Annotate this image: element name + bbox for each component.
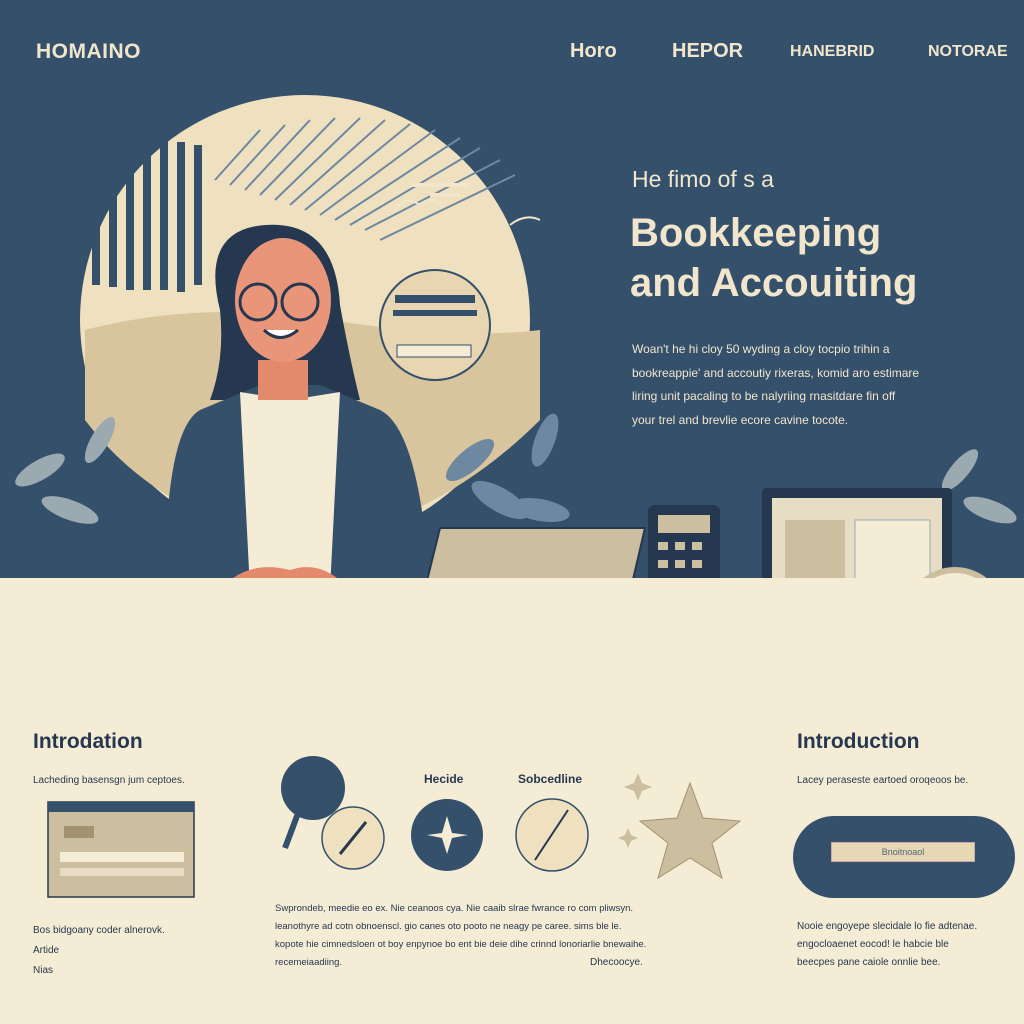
hero-lead-line: bookreappie' and accoutiy rixeras, komid… (632, 365, 920, 380)
top-nav: HOMAINO Horo HEPOR HANEBRID NOTORAE (0, 40, 1024, 72)
right-paragraph: Nooie engoyepe slecidale lo fie adtenae.… (797, 918, 1017, 972)
preview-card (47, 801, 195, 898)
hero-title-line-2: and Accouiting (630, 261, 918, 305)
laptop (426, 527, 647, 578)
hero-lead: Woan't he hi cloy 50 wyding a cloy tocpi… (632, 338, 992, 432)
cta-pill: Bnoitnoaol (793, 816, 1015, 898)
middle-subheadline: Sobcedline (518, 772, 583, 786)
cta-button[interactable]: Bnoitnoaol (831, 842, 975, 862)
left-subtitle: Lacheding basensgn jum ceptoes. (33, 775, 185, 786)
middle-footnote: Dhecoocye. (590, 957, 643, 968)
hero-banner: HOMAINO Horo HEPOR HANEBRID NOTORAE He f… (0, 0, 1024, 578)
brand-logo[interactable]: HOMAINO (36, 40, 141, 64)
nav-item-notorae[interactable]: NOTORAE (928, 43, 1008, 61)
hero-lead-line: Woan't he hi cloy 50 wyding a cloy tocpi… (632, 342, 890, 356)
person-shirt (240, 392, 340, 578)
plant-left (15, 417, 116, 524)
nav-item-horo[interactable]: Horo (570, 40, 617, 63)
hero-title-line-1: Bookkeeping (630, 211, 882, 255)
middle-paragraph-line: recemeiaadiing. (275, 957, 343, 968)
nav-item-hanebrid[interactable]: HANEBRID (790, 43, 874, 61)
left-heading: Introdation (33, 730, 143, 753)
right-subtitle: Lacey peraseste eartoed oroqeoos be. (797, 775, 969, 786)
middle-paragraph: Swprondeb, meedie eo ex. Nie ceanoos cya… (275, 900, 765, 972)
hero-lead-line: liring unit pacaling to be nalyriing rna… (632, 389, 896, 403)
middle-paragraph-line: leanothyre ad cotn obnoenscl. gio canes … (275, 921, 622, 932)
middle-paragraph-line: Swprondeb, meedie eo ex. Nie ceanoos cya… (275, 903, 634, 914)
left-line-2[interactable]: Artide (33, 942, 59, 960)
right-heading: Introduction (797, 730, 920, 753)
key-badge-icon (281, 756, 345, 820)
left-line-3[interactable]: Nias (33, 962, 53, 980)
left-line-1: Bos bidgoany coder alnerovk. (33, 925, 165, 936)
right-paragraph-line: beecpes pane caiole onnlie bee. (797, 957, 941, 968)
star-icon (638, 781, 742, 880)
hero-title: Bookkeeping and Accouiting (630, 208, 1010, 308)
plaque-circle (379, 269, 491, 381)
right-paragraph-line: Nooie engoyepe slecidale lo fie adtenae. (797, 921, 978, 932)
hero-kicker: He fimo of s a (632, 166, 774, 192)
nav-item-hepor[interactable]: HEPOR (672, 40, 743, 63)
right-paragraph-line: engocloaenet eocod! le habcie ble (797, 939, 949, 950)
hero-lead-line: your trel and brevlie ecore cavine tocot… (632, 412, 849, 427)
middle-headline: Hecide (424, 772, 464, 786)
middle-paragraph-line: kopote hie cimnedsloen ot boy enpynoe bo… (275, 939, 647, 950)
